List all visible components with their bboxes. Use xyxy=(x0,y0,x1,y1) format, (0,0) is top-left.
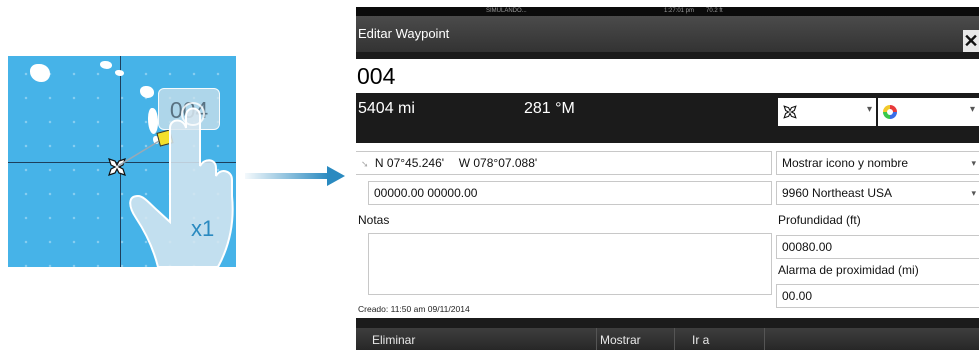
chevron-down-icon: ▾ xyxy=(971,188,976,198)
depth-label: Profundidad (ft) xyxy=(778,213,861,227)
bar-divider xyxy=(674,328,675,350)
bearing-value: 281 °M xyxy=(524,100,575,117)
status-depth: 70.2 ft xyxy=(706,8,723,14)
chevron-down-icon: ▾ xyxy=(971,158,976,168)
show-button[interactable]: Mostrar xyxy=(600,328,641,350)
waypoint-cross-icon xyxy=(783,105,797,119)
arrow-right-icon xyxy=(245,166,345,186)
bar-divider xyxy=(764,328,765,350)
symbol-select[interactable]: ▾ xyxy=(778,98,876,126)
proximity-field[interactable]: 00.00 xyxy=(776,284,979,308)
delete-button[interactable]: Eliminar xyxy=(372,328,415,350)
chart-illustration: 004 x1 xyxy=(8,56,236,267)
dialog-title: Editar Waypoint xyxy=(358,26,450,41)
notes-label: Notas xyxy=(358,213,390,227)
loran-field[interactable]: 00000.00 00000.00 xyxy=(368,181,772,205)
loran-chain-select[interactable]: 9960 Northeast USA ▾ xyxy=(776,181,979,205)
edit-waypoint-dialog: SIMULANDO... 1:27:01 pm 70.2 ft Editar W… xyxy=(356,7,979,350)
latitude-value: N 07°45.246' xyxy=(374,156,445,170)
proximity-label: Alarma de proximidad (mi) xyxy=(778,263,919,277)
waypoint-form: ➘ N 07°45.246' W 078°07.088' 00000.00 00… xyxy=(356,143,979,318)
loran-chain-value: 9960 Northeast USA xyxy=(782,186,893,200)
position-arrow-icon: ➘ xyxy=(361,159,369,169)
distance-value: 5404 mi xyxy=(358,100,415,117)
waypoint-name-input[interactable]: 004 xyxy=(356,59,979,93)
status-bar: SIMULANDO... 1:27:01 pm 70.2 ft xyxy=(356,7,979,16)
chevron-down-icon: ▾ xyxy=(866,104,872,115)
close-button[interactable]: ✕ xyxy=(963,30,979,52)
status-mode: SIMULANDO... xyxy=(486,8,527,14)
position-field[interactable]: ➘ N 07°45.246' W 078°07.088' xyxy=(356,151,772,175)
color-select[interactable]: ▾ xyxy=(878,98,979,126)
chevron-down-icon: ▾ xyxy=(969,104,975,115)
status-time: 1:27:01 pm xyxy=(664,8,695,14)
proximity-value: 00.00 xyxy=(782,289,813,303)
color-wheel-icon xyxy=(883,105,897,119)
goto-button[interactable]: Ir a xyxy=(692,328,709,350)
tap-count: x1 xyxy=(191,216,215,241)
close-icon: ✕ xyxy=(963,31,979,51)
display-mode-select[interactable]: Mostrar icono y nombre ▾ xyxy=(776,151,979,175)
depth-field[interactable]: 00080.00 xyxy=(776,235,979,259)
notes-field[interactable] xyxy=(368,233,772,295)
action-bar: Eliminar Mostrar Ir a xyxy=(356,328,979,350)
dialog-titlebar: Editar Waypoint ✕ xyxy=(356,16,979,52)
display-mode-value: Mostrar icono y nombre xyxy=(782,156,909,170)
created-timestamp: Creado: 11:50 am 09/11/2014 xyxy=(358,304,470,314)
depth-value: 00080.00 xyxy=(782,240,833,254)
loran-value: 00000.00 00000.00 xyxy=(374,186,478,200)
longitude-value: W 078°07.088' xyxy=(458,156,538,170)
